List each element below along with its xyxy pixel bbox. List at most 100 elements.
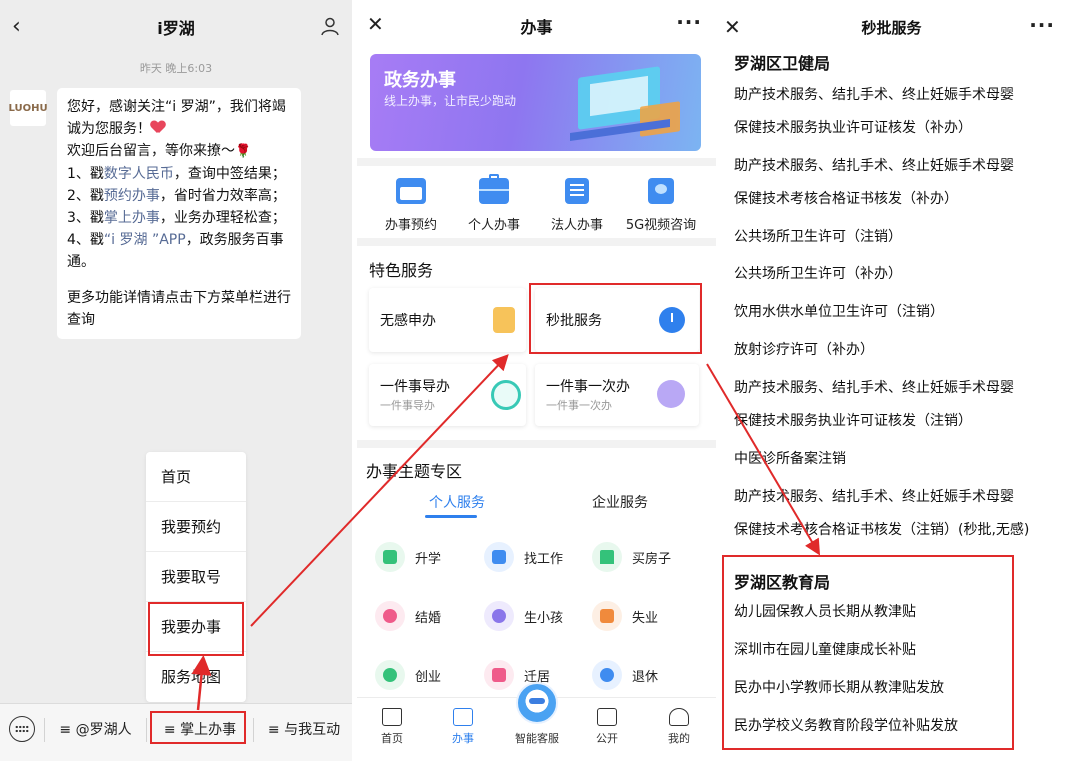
quick-corporate-label: 法人办事	[550, 218, 603, 233]
banner-subtitle: 线上办事，让市民少跑动	[384, 94, 517, 108]
card-no-sense-apply[interactable]: 无感申办	[369, 288, 526, 352]
link-mobile-services[interactable]: 掌上办事	[104, 210, 160, 226]
service-item[interactable]: 公共场所卫生许可（注销）	[734, 226, 902, 246]
service-item[interactable]: 助产技术服务、结扎手术、终止妊娠手术母婴	[734, 486, 1014, 506]
nav-ai-assistant[interactable]: 智能客服	[507, 730, 567, 746]
service-item[interactable]: 保健技术考核合格证书核发（注销）(秒批,无感)	[734, 519, 1029, 539]
more-icon[interactable]: ···	[1029, 13, 1055, 37]
back-icon[interactable]: ‹	[12, 14, 21, 39]
msg-item3-suffix: ，业务办理轻松查；	[159, 210, 286, 226]
service-item[interactable]: 保健技术服务执业许可证核发（补办）	[734, 117, 972, 137]
services-title: 办事	[520, 18, 553, 37]
document-icon	[597, 708, 617, 726]
theme-item-startup[interactable]: 创业	[375, 660, 475, 692]
theme-item-job[interactable]: 找工作	[484, 542, 584, 574]
theme-title: 办事主题专区	[366, 462, 463, 481]
service-item[interactable]: 助产技术服务、结扎手术、终止妊娠手术母婴	[734, 84, 1014, 104]
highlight-instant-card	[529, 283, 702, 354]
nav-label: 智能客服	[515, 732, 559, 745]
quick-corporate[interactable]: 法人办事	[535, 178, 619, 233]
theme-item-childbirth[interactable]: 生小孩	[484, 601, 584, 633]
quick-video-consult[interactable]: 5G视频咨询	[619, 178, 703, 233]
msg-item3-prefix: 3、戳	[67, 210, 104, 226]
menu-item-ticket[interactable]: 我要取号	[146, 552, 246, 602]
card-title: 无感申办	[380, 313, 436, 329]
quick-appointment[interactable]: 办事预约	[369, 178, 453, 233]
truck-icon	[484, 660, 514, 690]
chat-timestamp: 昨天 晚上6:03	[139, 62, 213, 75]
robot-icon[interactable]	[516, 682, 558, 724]
divider	[357, 440, 716, 448]
service-item[interactable]: 保健技术考核合格证书核发（补办）	[734, 188, 958, 208]
theme-item-marriage[interactable]: 结婚	[375, 601, 475, 633]
nav-services[interactable]: 办事	[433, 708, 493, 746]
nav-public[interactable]: 公开	[577, 708, 637, 746]
service-item[interactable]: 公共场所卫生许可（补办）	[734, 263, 902, 283]
theme-item-label: 升学	[415, 552, 442, 567]
calendar-icon	[396, 178, 426, 204]
illustration-folder	[640, 101, 680, 137]
menu-item-appointment[interactable]: 我要预约	[146, 502, 246, 552]
service-item[interactable]: 放射诊疗许可（补办）	[734, 339, 874, 359]
menu-tab-luohu-people[interactable]: ≡ @罗湖人	[48, 716, 143, 744]
services-panel: ✕ 办事 ··· 政务办事 线上办事，让市民少跑动 办事预约 个人办事 法人办事	[357, 0, 716, 761]
featured-title: 特色服务	[369, 261, 434, 280]
service-item[interactable]: 助产技术服务、结扎手术、终止妊娠手术母婴	[734, 155, 1014, 175]
msg-item1-suffix: ，查询中签结果；	[173, 166, 286, 182]
service-item[interactable]: 助产技术服务、结扎手术、终止妊娠手术母婴	[734, 377, 1014, 397]
menu-tab-interact[interactable]: ≡ 与我互动	[256, 716, 352, 744]
link-appointment[interactable]: 预约办事	[104, 188, 160, 204]
person-icon[interactable]	[320, 16, 340, 36]
banner[interactable]: 政务办事 线上办事，让市民少跑动	[370, 54, 701, 151]
card-one-thing-guide[interactable]: 一件事导办 一件事导办	[369, 364, 526, 426]
quick-video-label: 5G视频咨询	[625, 218, 697, 233]
tab-personal-services[interactable]: 个人服务	[412, 492, 502, 512]
baby-icon	[484, 601, 514, 631]
msg-line2: 欢迎后台留言，等你来撩～	[67, 143, 235, 159]
card-subtitle: 一件事导办	[380, 399, 435, 412]
card-subtitle: 一件事一次办	[546, 399, 612, 412]
card-title: 一件事导办	[380, 379, 450, 395]
service-item[interactable]: 饮用水供水单位卫生许可（注销）	[734, 301, 944, 321]
building-icon	[565, 178, 589, 204]
menu-item-home[interactable]: 首页	[146, 452, 246, 502]
keyboard-icon[interactable]	[9, 716, 35, 742]
link-digital-rmb[interactable]: 数字人民币	[104, 166, 174, 182]
hexagon-icon	[491, 380, 521, 410]
section-health-bureau: 罗湖区卫健局	[734, 54, 831, 73]
card-one-thing-once[interactable]: 一件事一次办 一件事一次办	[535, 364, 699, 426]
theme-item-retirement[interactable]: 退休	[592, 660, 692, 692]
msg-item2-prefix: 2、戳	[67, 188, 104, 204]
chat-header: ‹ i罗湖	[0, 0, 352, 54]
divider	[357, 238, 716, 246]
service-item[interactable]: 保健技术服务执业许可证核发（注销）	[734, 410, 972, 430]
quick-appointment-label: 办事预约	[384, 218, 437, 233]
msg-footer: 更多功能详情请点击下方菜单栏进行查询	[67, 290, 291, 328]
link-app[interactable]: “i 罗湖 ”APP	[104, 232, 186, 248]
theme-item-unemployment[interactable]: 失业	[592, 601, 692, 633]
nav-label: 公开	[596, 732, 618, 745]
highlight-services-menu	[148, 602, 244, 656]
tab-enterprise-services[interactable]: 企业服务	[575, 492, 665, 512]
theme-item-label: 创业	[415, 670, 442, 685]
popup-menu: 首页 我要预约 我要取号 我要办事 服务地图	[146, 452, 246, 702]
service-item[interactable]: 中医诊所备案注销	[734, 448, 846, 468]
chat-title: i罗湖	[157, 19, 195, 38]
menu-item-map[interactable]: 服务地图	[146, 652, 246, 702]
nav-home[interactable]: 首页	[362, 708, 422, 746]
quick-personal[interactable]: 个人办事	[452, 174, 536, 233]
theme-item-house[interactable]: 买房子	[592, 542, 692, 574]
nav-mine[interactable]: 我的	[649, 708, 709, 746]
account-avatar[interactable]: LUOHU	[8, 90, 48, 126]
quick-personal-label: 个人办事	[467, 218, 520, 233]
briefcase-icon	[479, 174, 509, 204]
nav-label: 我的	[668, 732, 690, 745]
more-icon[interactable]: ···	[676, 10, 702, 34]
theme-item-education[interactable]: 升学	[375, 542, 475, 574]
nav-label: 首页	[381, 732, 403, 745]
divider	[253, 718, 254, 742]
refresh-icon	[657, 380, 685, 408]
card-title: 一件事一次办	[546, 379, 630, 395]
msg-item1-prefix: 1、戳	[67, 166, 104, 182]
graduation-icon	[375, 542, 405, 572]
